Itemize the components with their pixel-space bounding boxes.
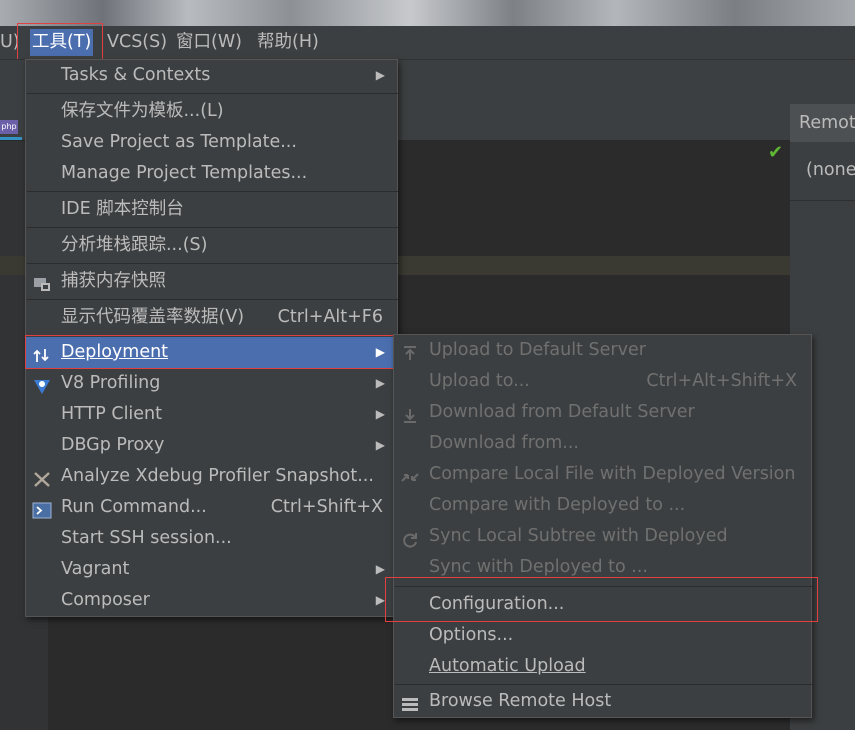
deployment-submenu: Upload to Default Server Upload to... Ct… bbox=[393, 334, 812, 718]
menu-options[interactable]: Options... bbox=[394, 620, 811, 651]
menu-label: Vagrant bbox=[61, 559, 130, 579]
menu-automatic-upload[interactable]: Automatic Upload bbox=[394, 651, 811, 682]
xdebug-icon bbox=[32, 468, 52, 487]
shortcut-label: Ctrl+Alt+Shift+X bbox=[646, 371, 797, 391]
menu-item-window[interactable]: 窗口(W) bbox=[174, 29, 244, 56]
menu-download-default[interactable]: Download from Default Server bbox=[394, 397, 811, 428]
menu-label: Download from Default Server bbox=[429, 402, 695, 422]
shortcut-label: Ctrl+Alt+F6 bbox=[277, 307, 383, 327]
menu-upload-to[interactable]: Upload to... Ctrl+Alt+Shift+X bbox=[394, 366, 811, 397]
submenu-arrow-icon: ▶ bbox=[375, 438, 385, 452]
server-icon bbox=[400, 693, 420, 711]
menu-compare-local[interactable]: Compare Local File with Deployed Version bbox=[394, 459, 811, 490]
menu-divider bbox=[27, 93, 398, 94]
menu-label: Download from... bbox=[429, 433, 579, 453]
compare-icon bbox=[400, 466, 420, 483]
menu-download-from[interactable]: Download from... bbox=[394, 428, 811, 459]
menu-browse-remote[interactable]: Browse Remote Host bbox=[394, 686, 811, 717]
menu-composer[interactable]: Composer ▶ bbox=[26, 585, 397, 616]
menu-label: HTTP Client bbox=[61, 404, 163, 424]
submenu-arrow-icon: ▶ bbox=[375, 68, 385, 82]
menu-run-command[interactable]: Run Command... Ctrl+Shift+X bbox=[26, 492, 397, 523]
menu-item-help[interactable]: 帮助(H) bbox=[255, 29, 321, 56]
menu-analyze-stack[interactable]: 分析堆栈跟踪...(S) bbox=[26, 230, 397, 261]
menu-analyze-xdebug[interactable]: Analyze Xdebug Profiler Snapshot... bbox=[26, 461, 397, 492]
upload-icon bbox=[400, 342, 420, 360]
remote-panel-header: Remot bbox=[790, 104, 855, 142]
menu-label: Analyze Xdebug Profiler Snapshot... bbox=[61, 466, 374, 486]
menu-bar: U) 工具(T) VCS(S) 窗口(W) 帮助(H) bbox=[0, 26, 855, 59]
menu-compare-deployed[interactable]: Compare with Deployed to ... bbox=[394, 490, 811, 521]
menu-capture-memory[interactable]: 捕获内存快照 bbox=[26, 266, 397, 297]
menu-label: Run Command... bbox=[61, 497, 207, 517]
menu-label: Automatic Upload bbox=[429, 656, 586, 676]
menu-save-project-template[interactable]: Save Project as Template... bbox=[26, 127, 397, 158]
menu-v8-profiling[interactable]: V8 Profiling ▶ bbox=[26, 368, 397, 399]
menu-start-ssh[interactable]: Start SSH session... bbox=[26, 523, 397, 554]
shortcut-label: Ctrl+Shift+X bbox=[270, 497, 383, 517]
menu-save-file-template[interactable]: 保存文件为模板...(L) bbox=[26, 96, 397, 127]
menu-vagrant[interactable]: Vagrant ▶ bbox=[26, 554, 397, 585]
menu-upload-default[interactable]: Upload to Default Server bbox=[394, 335, 811, 366]
menu-label: 分析堆栈跟踪...(S) bbox=[61, 235, 208, 255]
v8-icon bbox=[32, 375, 52, 394]
submenu-arrow-icon: ▶ bbox=[375, 562, 385, 576]
menu-label: Compare Local File with Deployed Version bbox=[429, 464, 796, 484]
menu-label: Composer bbox=[61, 590, 150, 610]
submenu-arrow-icon: ▶ bbox=[375, 376, 385, 390]
menu-label: 保存文件为模板...(L) bbox=[61, 101, 224, 121]
remote-server-select[interactable]: (none bbox=[806, 160, 855, 180]
menu-divider bbox=[27, 191, 398, 192]
panel-divider bbox=[790, 200, 855, 201]
menu-sync-subtree[interactable]: Sync Local Subtree with Deployed bbox=[394, 521, 811, 552]
desktop-background bbox=[0, 0, 855, 26]
menu-label: Upload to... bbox=[429, 371, 530, 391]
terminal-icon bbox=[32, 499, 52, 519]
menu-label: Browse Remote Host bbox=[429, 691, 612, 711]
menu-label: 显示代码覆盖率数据(V) bbox=[61, 307, 245, 327]
menu-label: DBGp Proxy bbox=[61, 435, 165, 455]
menu-label: Manage Project Templates... bbox=[61, 163, 308, 183]
menu-divider bbox=[27, 299, 398, 300]
check-icon: ✔ bbox=[768, 142, 784, 163]
menu-label: Options... bbox=[429, 625, 514, 645]
menu-divider bbox=[27, 263, 398, 264]
menu-http-client[interactable]: HTTP Client ▶ bbox=[26, 399, 397, 430]
menu-label: IDE 脚本控制台 bbox=[61, 199, 184, 219]
submenu-arrow-icon: ▶ bbox=[375, 407, 385, 421]
highlight-box-configuration bbox=[385, 577, 818, 622]
php-file-icon: php bbox=[0, 120, 18, 134]
menu-divider bbox=[395, 684, 812, 685]
menu-dbgp-proxy[interactable]: DBGp Proxy ▶ bbox=[26, 430, 397, 461]
menu-show-coverage[interactable]: 显示代码覆盖率数据(V) Ctrl+Alt+F6 bbox=[26, 302, 397, 333]
menu-label: 捕获内存快照 bbox=[61, 271, 166, 291]
highlight-box-tools bbox=[17, 23, 103, 61]
menu-label: V8 Profiling bbox=[61, 373, 161, 393]
menu-manage-templates[interactable]: Manage Project Templates... bbox=[26, 158, 397, 189]
menu-ide-script-console[interactable]: IDE 脚本控制台 bbox=[26, 194, 397, 225]
menu-label: Compare with Deployed to ... bbox=[429, 495, 686, 515]
menu-item-vcs[interactable]: VCS(S) bbox=[105, 29, 169, 56]
highlight-box-deployment bbox=[25, 335, 397, 369]
submenu-arrow-icon: ▶ bbox=[375, 593, 385, 607]
memory-snapshot-icon bbox=[32, 273, 52, 291]
menu-label: Tasks & Contexts bbox=[61, 65, 211, 85]
menu-label: Start SSH session... bbox=[61, 528, 232, 548]
download-icon bbox=[400, 404, 420, 423]
menu-divider bbox=[27, 227, 398, 228]
menu-label: Save Project as Template... bbox=[61, 132, 297, 152]
menu-label: Sync Local Subtree with Deployed bbox=[429, 526, 728, 546]
sync-icon bbox=[400, 528, 420, 548]
menu-tasks-contexts[interactable]: Tasks & Contexts ▶ bbox=[26, 60, 397, 91]
active-tab-indicator bbox=[0, 137, 22, 140]
menu-label: Upload to Default Server bbox=[429, 340, 646, 360]
